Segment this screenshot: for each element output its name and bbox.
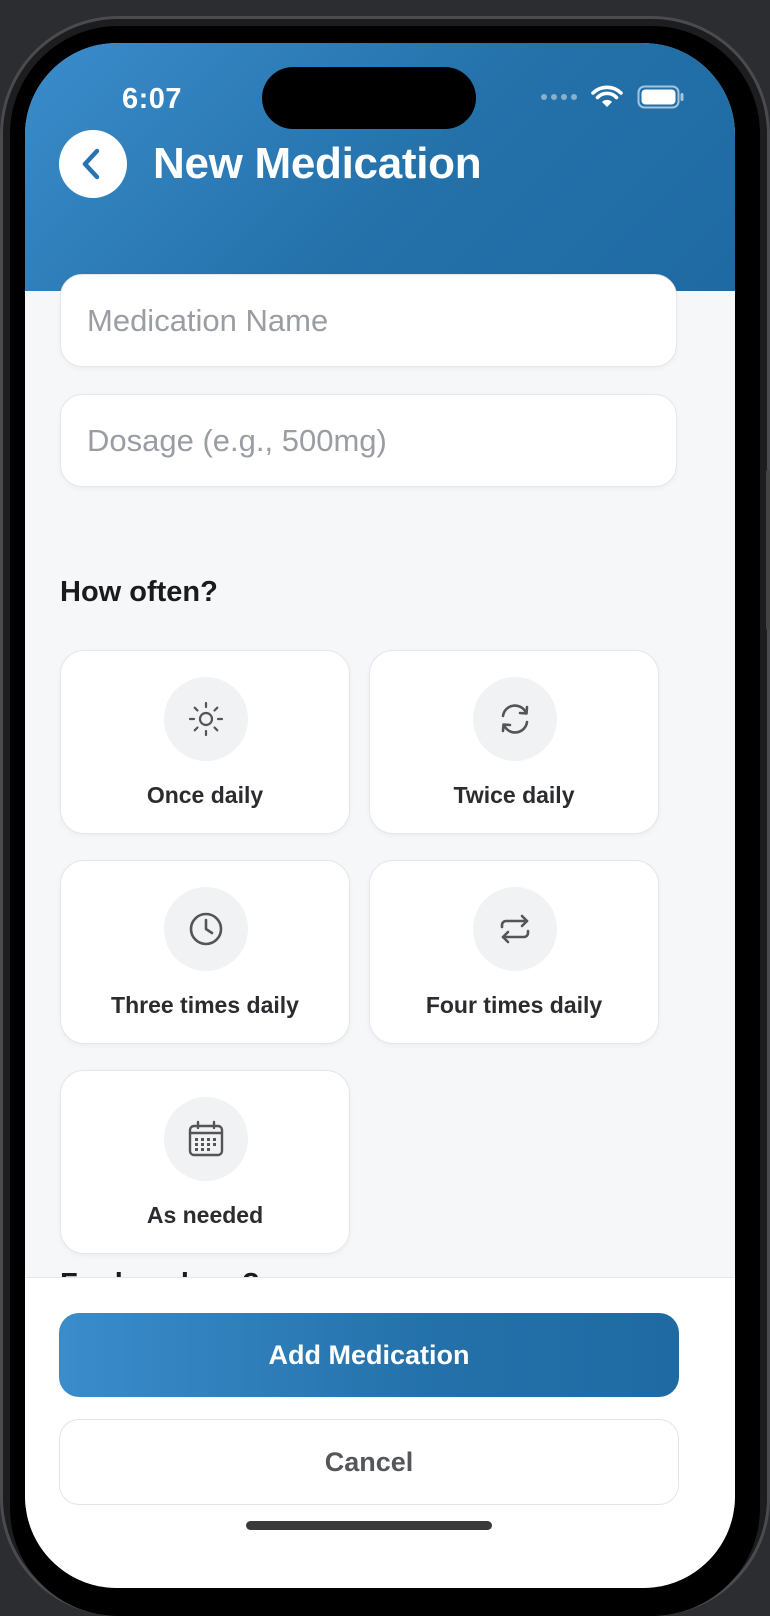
frequency-option-label: Three times daily [111,992,299,1018]
cellular-signal-icon [541,94,577,100]
frequency-option-label: As needed [146,1202,264,1228]
status-icons [541,85,685,109]
page-title: New Medication [153,139,482,188]
repeat-icon [473,887,557,971]
frequency-option-label: Once daily [146,782,264,808]
app-screen: 6:07 New Medication How often? [25,43,735,1588]
dynamic-island [262,67,476,129]
battery-icon [637,85,684,109]
home-indicator[interactable] [246,1521,492,1530]
wifi-icon [591,85,623,107]
frequency-option-twice-daily[interactable]: Twice daily [369,650,659,834]
add-medication-button[interactable]: Add Medication [59,1313,679,1397]
dosage-input[interactable] [61,395,676,486]
back-button[interactable] [59,130,127,198]
dosage-field[interactable] [60,394,677,487]
sun-icon [164,677,248,761]
clock-icon [164,887,248,971]
refresh-icon [473,677,557,761]
how-often-heading: How often? [60,576,218,608]
status-time: 6:07 [122,83,183,115]
medication-name-input[interactable] [61,275,676,366]
cancel-button[interactable]: Cancel [59,1419,679,1505]
frequency-option-four-times-daily[interactable]: Four times daily [369,860,659,1044]
medication-name-field[interactable] [60,274,677,367]
frequency-option-label: Four times daily [425,992,603,1018]
bottom-action-panel: Add Medication Cancel [25,1277,735,1588]
frequency-option-as-needed[interactable]: As needed [60,1070,350,1254]
frequency-option-once-daily[interactable]: Once daily [60,650,350,834]
chevron-left-icon [82,148,100,180]
frequency-option-label: Twice daily [453,782,575,808]
frequency-option-three-times-daily[interactable]: Three times daily [60,860,350,1044]
calendar-icon [164,1097,248,1181]
side-button [766,470,770,630]
